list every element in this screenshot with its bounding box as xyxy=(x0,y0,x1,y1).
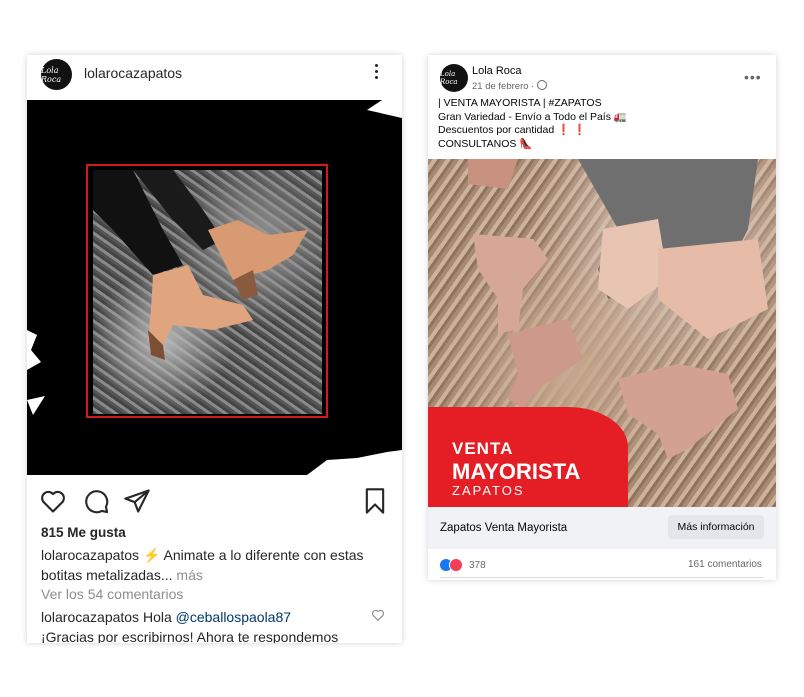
avatar-logo-text: Lola Roca xyxy=(440,70,458,86)
post-date[interactable]: 21 de febrero · xyxy=(472,80,548,92)
post-line: | VENTA MAYORISTA | #ZAPATOS xyxy=(438,97,602,109)
instagram-post-header: Lola Roca lolarocazapatos xyxy=(27,55,402,100)
promo-line-2: MAYORISTA xyxy=(452,459,581,484)
comment-username[interactable]: lolarocazapatos xyxy=(41,609,139,625)
link-preview-title[interactable]: Zapatos Venta Mayorista xyxy=(440,522,567,534)
comment-text: Hola xyxy=(142,609,172,625)
comment-reply-text: ¡Gracias por escribirnos! Ahora te respo… xyxy=(41,629,339,643)
divider xyxy=(440,577,764,578)
share-icon[interactable] xyxy=(123,487,151,515)
page-name[interactable]: Lola Roca xyxy=(472,65,522,77)
instagram-action-bar xyxy=(27,483,402,519)
red-frame xyxy=(86,164,328,418)
promo-line-3: ZAPATOS xyxy=(452,483,525,498)
post-line: CONSULTANOS 👠 xyxy=(438,137,533,150)
comments-count-link[interactable]: 161 comentarios xyxy=(688,559,762,570)
more-icon[interactable] xyxy=(371,61,381,85)
more-info-button[interactable]: Más información xyxy=(668,515,764,539)
bookmark-icon[interactable] xyxy=(361,487,389,515)
caption-more-link[interactable]: más xyxy=(176,567,202,583)
reactions-summary[interactable]: 378 xyxy=(440,558,486,572)
comment-item: lolarocazapatos Hola @ceballospaola87 ¡G… xyxy=(41,607,371,643)
caption-username[interactable]: lolarocazapatos xyxy=(41,547,139,563)
heart-icon[interactable] xyxy=(39,487,67,515)
instagram-username[interactable]: lolarocazapatos xyxy=(84,65,182,81)
facebook-post: Lola Roca Lola Roca 21 de febrero · ••• … xyxy=(428,55,776,580)
promo-line-1: VENTA xyxy=(452,439,514,458)
post-caption: lolarocazapatos ⚡ Animate a lo diferente… xyxy=(41,545,386,585)
avatar[interactable]: Lola Roca xyxy=(440,64,468,92)
love-reaction-icon xyxy=(449,558,463,572)
instagram-post-image[interactable] xyxy=(27,100,402,475)
post-date-text: 21 de febrero · xyxy=(472,81,535,92)
comment-like-heart-icon[interactable] xyxy=(371,608,385,622)
post-line: Gran Variedad - Envío a Todo el País 🚛 xyxy=(438,110,627,123)
instagram-post: Lola Roca lolarocazapatos 815 Me gusta l… xyxy=(27,55,402,643)
likes-count[interactable]: 815 Me gusta xyxy=(41,525,126,540)
reactions-count: 378 xyxy=(469,559,486,571)
post-text: | VENTA MAYORISTA | #ZAPATOS Gran Varied… xyxy=(438,97,768,151)
more-options-icon[interactable]: ••• xyxy=(744,69,762,85)
avatar[interactable]: Lola Roca xyxy=(41,59,72,90)
avatar-logo-text: Lola Roca xyxy=(41,65,62,84)
globe-icon xyxy=(537,80,548,90)
view-all-comments-link[interactable]: Ver los 54 comentarios xyxy=(41,586,183,602)
facebook-post-image[interactable]: VENTA MAYORISTA ZAPATOS xyxy=(428,159,776,507)
comment-mention[interactable]: @ceballospaola87 xyxy=(176,609,291,625)
post-line: Descuentos por cantidad ❗ ❗ xyxy=(438,124,587,136)
link-preview-bar[interactable]: Zapatos Venta Mayorista Más información xyxy=(428,507,776,549)
comment-icon[interactable] xyxy=(82,487,110,515)
